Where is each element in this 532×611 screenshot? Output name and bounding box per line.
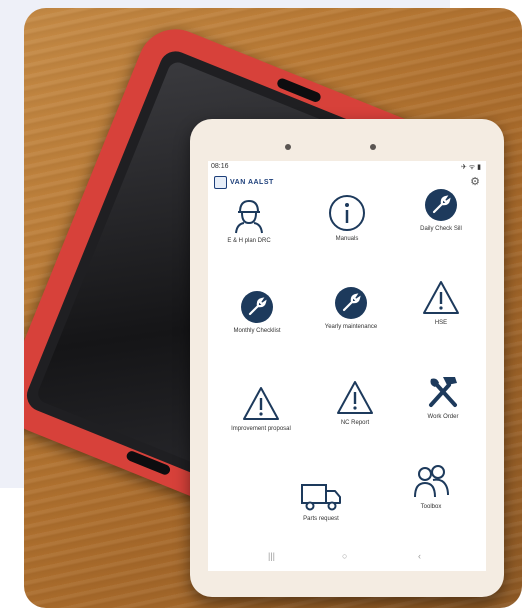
wrench-circle-icon xyxy=(425,189,457,221)
tile-label: Yearly maintenance xyxy=(324,324,378,330)
tile-label: Monthly Checklist xyxy=(233,328,281,334)
tile-parts-request[interactable]: Parts request xyxy=(286,479,356,523)
tile-nc-report[interactable]: NC Report xyxy=(320,379,390,427)
tile-label: Manuals xyxy=(335,236,359,242)
wrench-circle-icon xyxy=(335,287,367,319)
photo: 08:16 ✈ ᯤ ▮ VAN AALST ⚙ E & H plan DRC M… xyxy=(24,8,522,608)
tile-label: E & H plan DRC xyxy=(227,238,271,244)
tile-label: Toolbox xyxy=(420,504,442,510)
tile-label: Work Order xyxy=(427,414,459,420)
brand-mark-icon xyxy=(214,175,227,189)
tile-toolbox[interactable]: Toolbox xyxy=(396,463,466,511)
front-camera xyxy=(285,144,291,150)
status-icons: ✈ ᯤ ▮ xyxy=(461,164,481,171)
warning-triangle-icon xyxy=(337,381,373,414)
hammer-wrench-icon xyxy=(429,377,457,407)
sensor-dot xyxy=(370,144,376,150)
truck-icon xyxy=(301,484,341,511)
wrench-circle-icon xyxy=(241,291,273,323)
tile-manuals[interactable]: Manuals xyxy=(312,193,382,243)
tile-work-order[interactable]: Work Order xyxy=(408,371,478,421)
status-time: 08:16 xyxy=(211,163,229,170)
worker-head-icon xyxy=(235,199,263,234)
tile-eh-plan[interactable]: E & H plan DRC xyxy=(214,195,284,245)
warning-triangle-icon xyxy=(243,387,279,420)
tile-daily-check[interactable]: Daily Check Sill xyxy=(406,187,476,233)
foreground-tablet: 08:16 ✈ ᯤ ▮ VAN AALST ⚙ E & H plan DRC M… xyxy=(190,119,504,597)
tile-label: NC Report xyxy=(340,420,370,426)
warning-triangle-icon xyxy=(423,281,459,314)
tablet-screen: 08:16 ✈ ᯤ ▮ VAN AALST ⚙ E & H plan DRC M… xyxy=(208,161,486,571)
recents-button[interactable]: ||| xyxy=(268,551,275,561)
tile-monthly-checklist[interactable]: Monthly Checklist xyxy=(222,289,292,335)
back-button[interactable]: ‹ xyxy=(418,551,421,561)
people-icon xyxy=(414,465,449,498)
info-circle-icon xyxy=(329,195,365,231)
tile-label: Daily Check Sill xyxy=(420,226,462,232)
tile-improvement-proposal[interactable]: Improvement proposal xyxy=(226,385,296,433)
tile-label: HSE xyxy=(434,320,448,326)
home-button[interactable]: ○ xyxy=(342,551,347,561)
navigation-bar: ||| ○ ‹ xyxy=(208,551,486,565)
tile-label: Parts request xyxy=(303,516,339,522)
tile-label: Improvement proposal xyxy=(231,426,291,432)
brand-logo: VAN AALST xyxy=(214,175,274,189)
status-bar: 08:16 ✈ ᯤ ▮ xyxy=(208,161,486,173)
tile-hse[interactable]: HSE xyxy=(406,279,476,327)
tile-yearly-maintenance[interactable]: Yearly maintenance xyxy=(316,285,386,331)
brand-name: VAN AALST xyxy=(230,178,274,186)
